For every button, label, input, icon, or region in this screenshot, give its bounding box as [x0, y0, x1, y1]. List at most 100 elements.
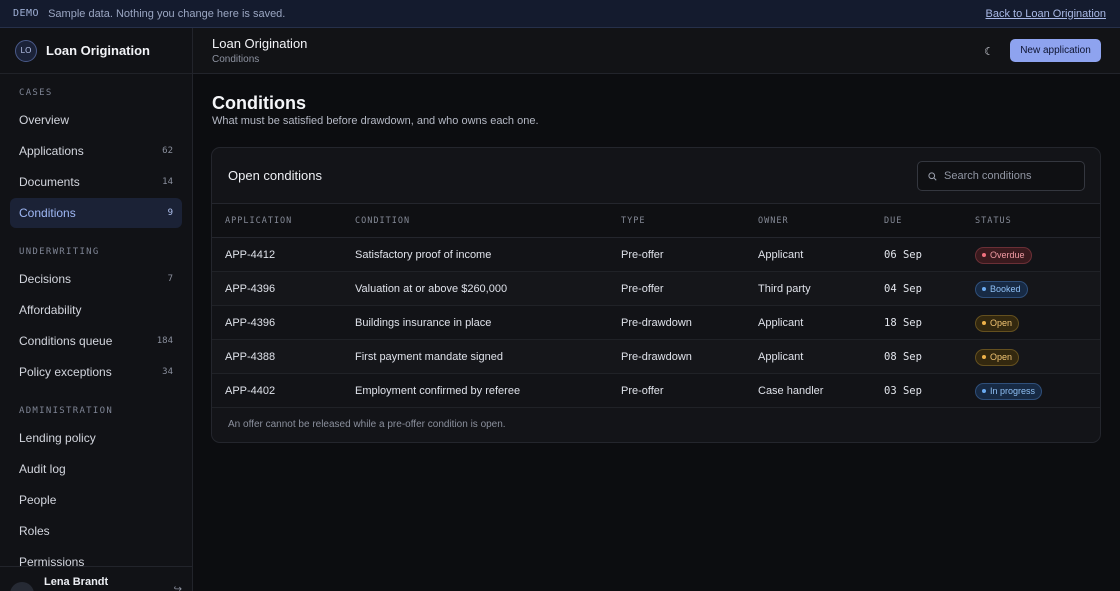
- sidebar-item-count: 184: [156, 336, 173, 346]
- sidebar-item-count: 14: [162, 177, 173, 187]
- column-header-status[interactable]: STATUS: [975, 216, 1012, 226]
- sidebar-item-lending-policy[interactable]: Lending policy: [10, 423, 182, 453]
- sidebar-item-label: Documents: [19, 175, 80, 189]
- breadcrumb[interactable]: Conditions: [212, 54, 259, 65]
- table-row[interactable]: APP-4388 First payment mandate signed Pr…: [212, 340, 1100, 374]
- cell-type: Pre-offer: [621, 282, 664, 295]
- cell-owner: Case handler: [758, 384, 824, 397]
- cell-owner: Third party: [758, 282, 811, 295]
- status-label: Open: [990, 352, 1013, 363]
- user-profile[interactable]: LB Lena Brandt ↪: [0, 566, 192, 591]
- cell-application[interactable]: APP-4412: [225, 249, 275, 261]
- section-label-cases: CASES: [19, 88, 53, 98]
- sidebar-item-documents[interactable]: Documents 14: [10, 167, 182, 197]
- status-label: Booked: [990, 284, 1021, 295]
- table-row[interactable]: APP-4412 Satisfactory proof of income Pr…: [212, 238, 1100, 272]
- cell-application[interactable]: APP-4396: [225, 317, 275, 329]
- search-box[interactable]: [917, 161, 1085, 191]
- cell-due: 04 Sep: [884, 282, 922, 295]
- status-dot: [982, 321, 986, 326]
- table-header: APPLICATION CONDITION TYPE OWNER DUE STA…: [212, 204, 1100, 238]
- user-name: Lena Brandt: [44, 576, 109, 588]
- sidebar-item-audit-log[interactable]: Audit log: [10, 454, 182, 484]
- status-dot: [982, 253, 986, 258]
- logout-icon[interactable]: ↪: [174, 584, 182, 591]
- page-title: Conditions: [212, 93, 306, 113]
- avatar: LB: [10, 582, 34, 591]
- search-icon: [928, 171, 937, 181]
- card-footer-note: An offer cannot be released while a pre-…: [228, 419, 506, 430]
- status-badge: Open: [975, 313, 1020, 332]
- sidebar-item-count: 9: [167, 208, 173, 218]
- table-row[interactable]: APP-4396 Valuation at or above $260,000 …: [212, 272, 1100, 306]
- sidebar-item-conditions-queue[interactable]: Conditions queue 184: [10, 326, 182, 356]
- sidebar-item-label: Overview: [19, 113, 70, 127]
- status-badge: Overdue: [975, 245, 1032, 264]
- cell-condition: Employment confirmed by referee: [355, 384, 521, 397]
- cell-due: 18 Sep: [884, 316, 922, 329]
- column-header-type[interactable]: TYPE: [621, 216, 645, 226]
- sidebar-item-affordability[interactable]: Affordability: [10, 295, 182, 325]
- status-dot: [982, 287, 986, 292]
- status-badge: In progress: [975, 381, 1043, 400]
- demo-message: Sample data. Nothing you change here is …: [48, 7, 286, 20]
- sidebar-item-label: Decisions: [19, 272, 72, 286]
- sidebar-item-label: Roles: [19, 524, 50, 538]
- section-label-administration: ADMINISTRATION: [19, 406, 114, 416]
- sidebar: LO Loan Origination CASES Overview Appli…: [0, 28, 193, 591]
- column-header-application[interactable]: APPLICATION: [225, 216, 292, 226]
- sidebar-item-label: Audit log: [19, 462, 66, 476]
- cell-condition: First payment mandate signed: [355, 350, 503, 363]
- column-header-due[interactable]: DUE: [884, 216, 902, 226]
- moon-icon[interactable]: ☾: [982, 44, 996, 58]
- cell-owner: Applicant: [758, 316, 804, 329]
- sidebar-item-count: 7: [167, 274, 173, 284]
- cell-type: Pre-offer: [621, 384, 664, 397]
- demo-banner: DEMO Sample data. Nothing you change her…: [0, 0, 1120, 28]
- sidebar-item-policy-exceptions[interactable]: Policy exceptions 34: [10, 357, 182, 387]
- status-label: Overdue: [990, 250, 1025, 261]
- status-label: In progress: [990, 386, 1036, 397]
- card-header: Open conditions: [212, 148, 1100, 204]
- cell-owner: Applicant: [758, 248, 804, 261]
- new-application-button[interactable]: New application: [1010, 39, 1101, 62]
- status-badge: Booked: [975, 279, 1028, 298]
- sidebar-item-label: Conditions: [19, 206, 76, 220]
- table-body: APP-4412 Satisfactory proof of income Pr…: [212, 238, 1100, 408]
- sidebar-item-label: Policy exceptions: [19, 365, 112, 379]
- app-logo: LO: [15, 39, 37, 62]
- cell-application[interactable]: APP-4402: [225, 385, 275, 397]
- sidebar-item-people[interactable]: People: [10, 485, 182, 515]
- table-row[interactable]: APP-4402 Employment confirmed by referee…: [212, 374, 1100, 408]
- cell-application[interactable]: APP-4396: [225, 283, 275, 295]
- sidebar-item-count: 34: [162, 367, 173, 377]
- header-title: Loan Origination: [212, 36, 308, 51]
- cell-due: 03 Sep: [884, 384, 922, 397]
- search-input[interactable]: [944, 170, 1074, 182]
- cell-type: Pre-drawdown: [621, 350, 692, 363]
- sidebar-item-overview[interactable]: Overview: [10, 105, 182, 135]
- cell-type: Pre-offer: [621, 248, 664, 261]
- sidebar-item-applications[interactable]: Applications 62: [10, 136, 182, 166]
- cell-type: Pre-drawdown: [621, 316, 692, 329]
- page-subtitle: What must be satisfied before drawdown, …: [212, 115, 539, 127]
- sidebar-item-decisions[interactable]: Decisions 7: [10, 264, 182, 294]
- cell-condition: Valuation at or above $260,000: [355, 282, 508, 295]
- sidebar-item-roles[interactable]: Roles: [10, 516, 182, 546]
- sidebar-item-label: Affordability: [19, 303, 82, 317]
- sidebar-brand[interactable]: LO Loan Origination: [0, 28, 192, 74]
- sidebar-item-label: Applications: [19, 144, 84, 158]
- table-row[interactable]: APP-4396 Buildings insurance in place Pr…: [212, 306, 1100, 340]
- section-label-underwriting: UNDERWRITING: [19, 247, 100, 257]
- sidebar-item-count: 62: [162, 146, 173, 156]
- column-header-owner[interactable]: OWNER: [758, 216, 789, 226]
- status-label: Open: [990, 318, 1013, 329]
- column-header-condition[interactable]: CONDITION: [355, 216, 410, 226]
- back-to-loan-origination-link[interactable]: Back to Loan Origination: [986, 8, 1106, 20]
- sidebar-item-label: Conditions queue: [19, 334, 113, 348]
- cell-application[interactable]: APP-4388: [225, 351, 275, 363]
- cell-owner: Applicant: [758, 350, 804, 363]
- sidebar-item-conditions[interactable]: Conditions 9: [10, 198, 182, 228]
- sidebar-item-label: Lending policy: [19, 431, 96, 445]
- cell-condition: Satisfactory proof of income: [355, 248, 492, 261]
